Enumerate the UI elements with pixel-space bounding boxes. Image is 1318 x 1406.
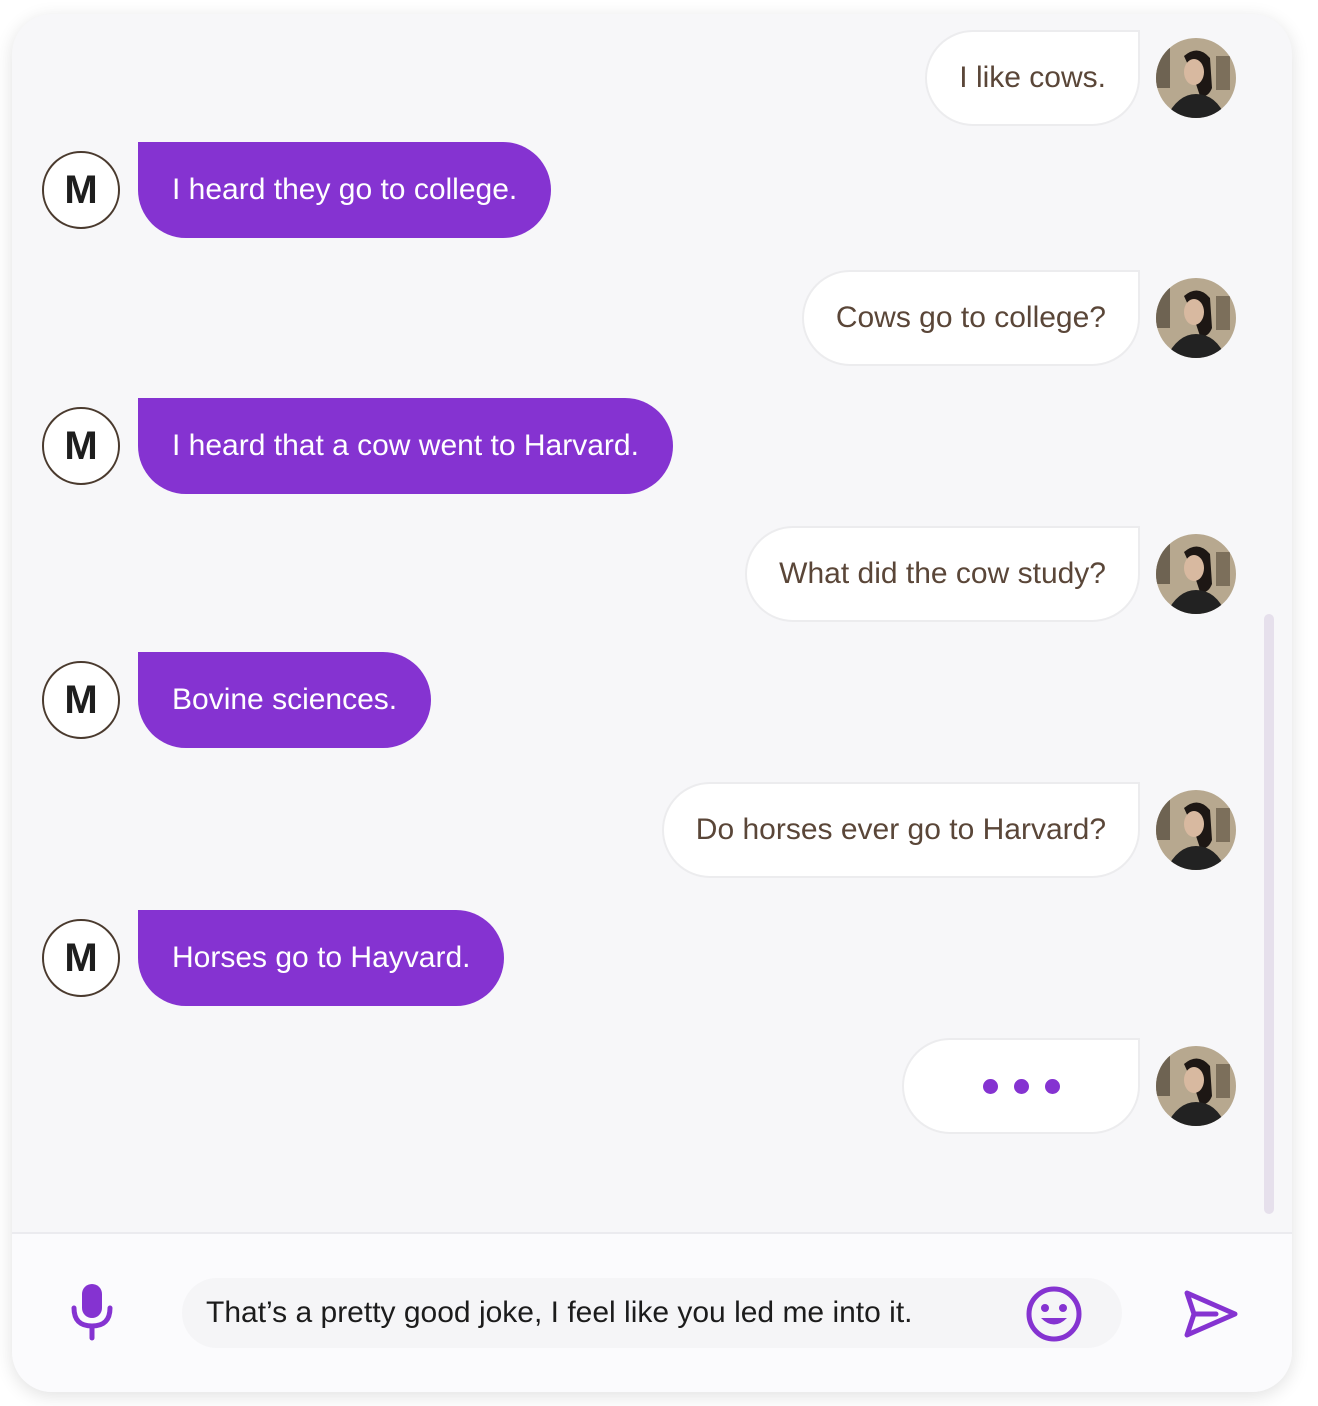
message-thread[interactable]: I like cows. M I heard they go to colleg…: [12, 14, 1292, 1230]
user-message-bubble: I like cows.: [925, 30, 1140, 126]
user-message-row: What did the cow study?: [745, 526, 1236, 622]
user-message-bubble: What did the cow study?: [745, 526, 1140, 622]
bot-message-row: M Bovine sciences.: [42, 652, 432, 748]
bot-message-row: M I heard they go to college.: [42, 142, 552, 238]
bot-message-bubble: I heard that a cow went to Harvard.: [138, 398, 673, 494]
user-avatar: [1156, 534, 1236, 614]
microphone-button[interactable]: [62, 1276, 122, 1348]
user-message-bubble: Cows go to college?: [801, 270, 1140, 366]
bot-avatar-initial: M: [64, 424, 98, 468]
bot-avatar-initial: M: [64, 678, 98, 722]
user-avatar: [1156, 278, 1236, 358]
microphone-icon: [71, 1284, 113, 1341]
user-avatar: [1156, 790, 1236, 870]
typing-indicator-bubble: [902, 1038, 1140, 1134]
user-photo-icon: [1156, 278, 1236, 358]
bot-avatar: M: [42, 661, 120, 739]
message-input[interactable]: [182, 1278, 1122, 1348]
message-composer: [12, 1232, 1292, 1392]
thread-scrollbar[interactable]: [1264, 614, 1274, 1214]
bot-avatar-initial: M: [64, 936, 98, 980]
user-message-row: Cows go to college?: [801, 270, 1236, 366]
user-photo-icon: [1156, 534, 1236, 614]
user-photo-icon: [1156, 38, 1236, 118]
bot-message-bubble: Horses go to Hayvard.: [138, 910, 505, 1006]
bot-message-row: M Horses go to Hayvard.: [42, 910, 505, 1006]
user-avatar: [1156, 38, 1236, 118]
user-avatar: [1156, 1046, 1236, 1126]
chat-window: I like cows. M I heard they go to colleg…: [12, 14, 1292, 1392]
typing-dot: [1013, 1078, 1029, 1094]
send-button[interactable]: [1178, 1282, 1244, 1346]
user-photo-icon: [1156, 790, 1236, 870]
bot-message-bubble: Bovine sciences.: [138, 652, 432, 748]
user-message-bubble: Do horses ever go to Harvard?: [661, 782, 1140, 878]
bot-avatar: M: [42, 407, 120, 485]
bot-avatar-initial: M: [64, 168, 98, 212]
typing-dot: [1044, 1078, 1060, 1094]
bot-avatar: M: [42, 919, 120, 997]
bot-avatar: M: [42, 151, 120, 229]
bot-message-row: M I heard that a cow went to Harvard.: [42, 398, 673, 494]
user-photo-icon: [1156, 1046, 1236, 1126]
user-message-row: Do horses ever go to Harvard?: [661, 782, 1236, 878]
smiley-icon: [1026, 1286, 1082, 1342]
typing-dot: [982, 1078, 998, 1094]
emoji-button[interactable]: [1022, 1282, 1086, 1346]
user-message-row: I like cows.: [925, 30, 1236, 126]
bot-message-bubble: I heard they go to college.: [138, 142, 552, 238]
send-icon: [1184, 1290, 1238, 1338]
typing-indicator-row: [902, 1038, 1236, 1134]
